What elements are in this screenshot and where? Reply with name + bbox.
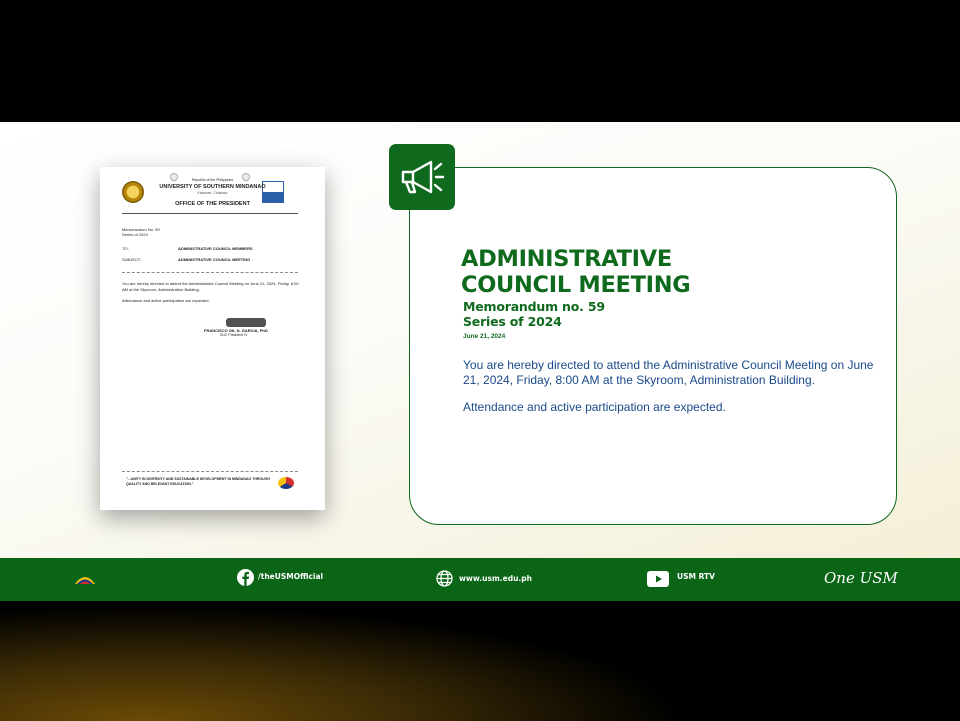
announcement-card bbox=[409, 167, 897, 525]
doc-republic: Republic of the Philippines bbox=[191, 178, 234, 182]
doc-dashed-divider bbox=[122, 272, 298, 273]
doc-series: Series of 2024 bbox=[122, 232, 148, 237]
footer-bar: /theUSMOfficial www.usm.edu.ph USM RTV O… bbox=[0, 558, 960, 601]
youtube-link[interactable]: USM RTV bbox=[677, 572, 715, 581]
title-line-2: COUNCIL MEETING bbox=[461, 272, 691, 298]
doc-location: Kabacan, Cotabato bbox=[197, 191, 228, 195]
memo-document: Republic of the Philippines UNIVERSITY O… bbox=[100, 167, 325, 510]
doc-to-label: TO: bbox=[122, 246, 129, 251]
globe-icon bbox=[436, 570, 453, 587]
announcement-panel: Republic of the Philippines UNIVERSITY O… bbox=[0, 122, 960, 558]
one-usm-tagline: One USM bbox=[824, 569, 898, 587]
bagong-pilipinas-icon bbox=[75, 577, 95, 584]
doc-university: UNIVERSITY OF SOUTHERN MINDANAO bbox=[159, 184, 266, 190]
doc-body-1: You are hereby directed to attend the Ad… bbox=[122, 281, 299, 292]
doc-divider bbox=[122, 213, 298, 214]
title-line-1: ADMINISTRATIVE bbox=[461, 246, 672, 272]
doc-footer-divider bbox=[122, 471, 298, 472]
bagong-pilipinas-logo-icon bbox=[278, 477, 294, 489]
doc-body-2: Attendance and active participation are … bbox=[122, 298, 210, 303]
doc-subject-value: ADMINISTRATIVE COUNCIL MEETING bbox=[178, 257, 251, 262]
facebook-icon[interactable] bbox=[237, 569, 254, 586]
youtube-icon[interactable] bbox=[647, 571, 669, 587]
doc-motto: "...UNITY IN DIVERSITY AND SUSTAINABLE D… bbox=[126, 477, 270, 486]
announcement-title: ADMINISTRATIVE COUNCIL MEETING bbox=[461, 246, 691, 298]
announcement-paragraph-1: You are hereby directed to attend the Ad… bbox=[463, 358, 874, 387]
doc-signatory-title: SUC President IV bbox=[220, 333, 248, 337]
memo-number: Memorandum no. 59 bbox=[463, 299, 605, 314]
doc-office: OFFICE OF THE PRESIDENT bbox=[175, 201, 250, 207]
memo-date: June 21, 2024 bbox=[463, 333, 506, 340]
announcement-paragraph-2: Attendance and active participation are … bbox=[463, 400, 726, 414]
memo-series: Series of 2024 bbox=[463, 314, 562, 329]
doc-to-value: ADMINISTRATIVE COUNCIL MEMBERS bbox=[178, 246, 253, 251]
megaphone-icon bbox=[389, 144, 455, 210]
memo-reference: Memorandum no. 59 Series of 2024 bbox=[463, 299, 605, 329]
website-link[interactable]: www.usm.edu.ph bbox=[459, 574, 532, 583]
signature-mark bbox=[226, 318, 266, 327]
top-black-band bbox=[0, 0, 960, 122]
doc-subject-label: SUBJECT: bbox=[122, 257, 141, 262]
facebook-link[interactable]: /theUSMOfficial bbox=[258, 572, 323, 581]
bottom-gradient-band bbox=[0, 601, 960, 721]
